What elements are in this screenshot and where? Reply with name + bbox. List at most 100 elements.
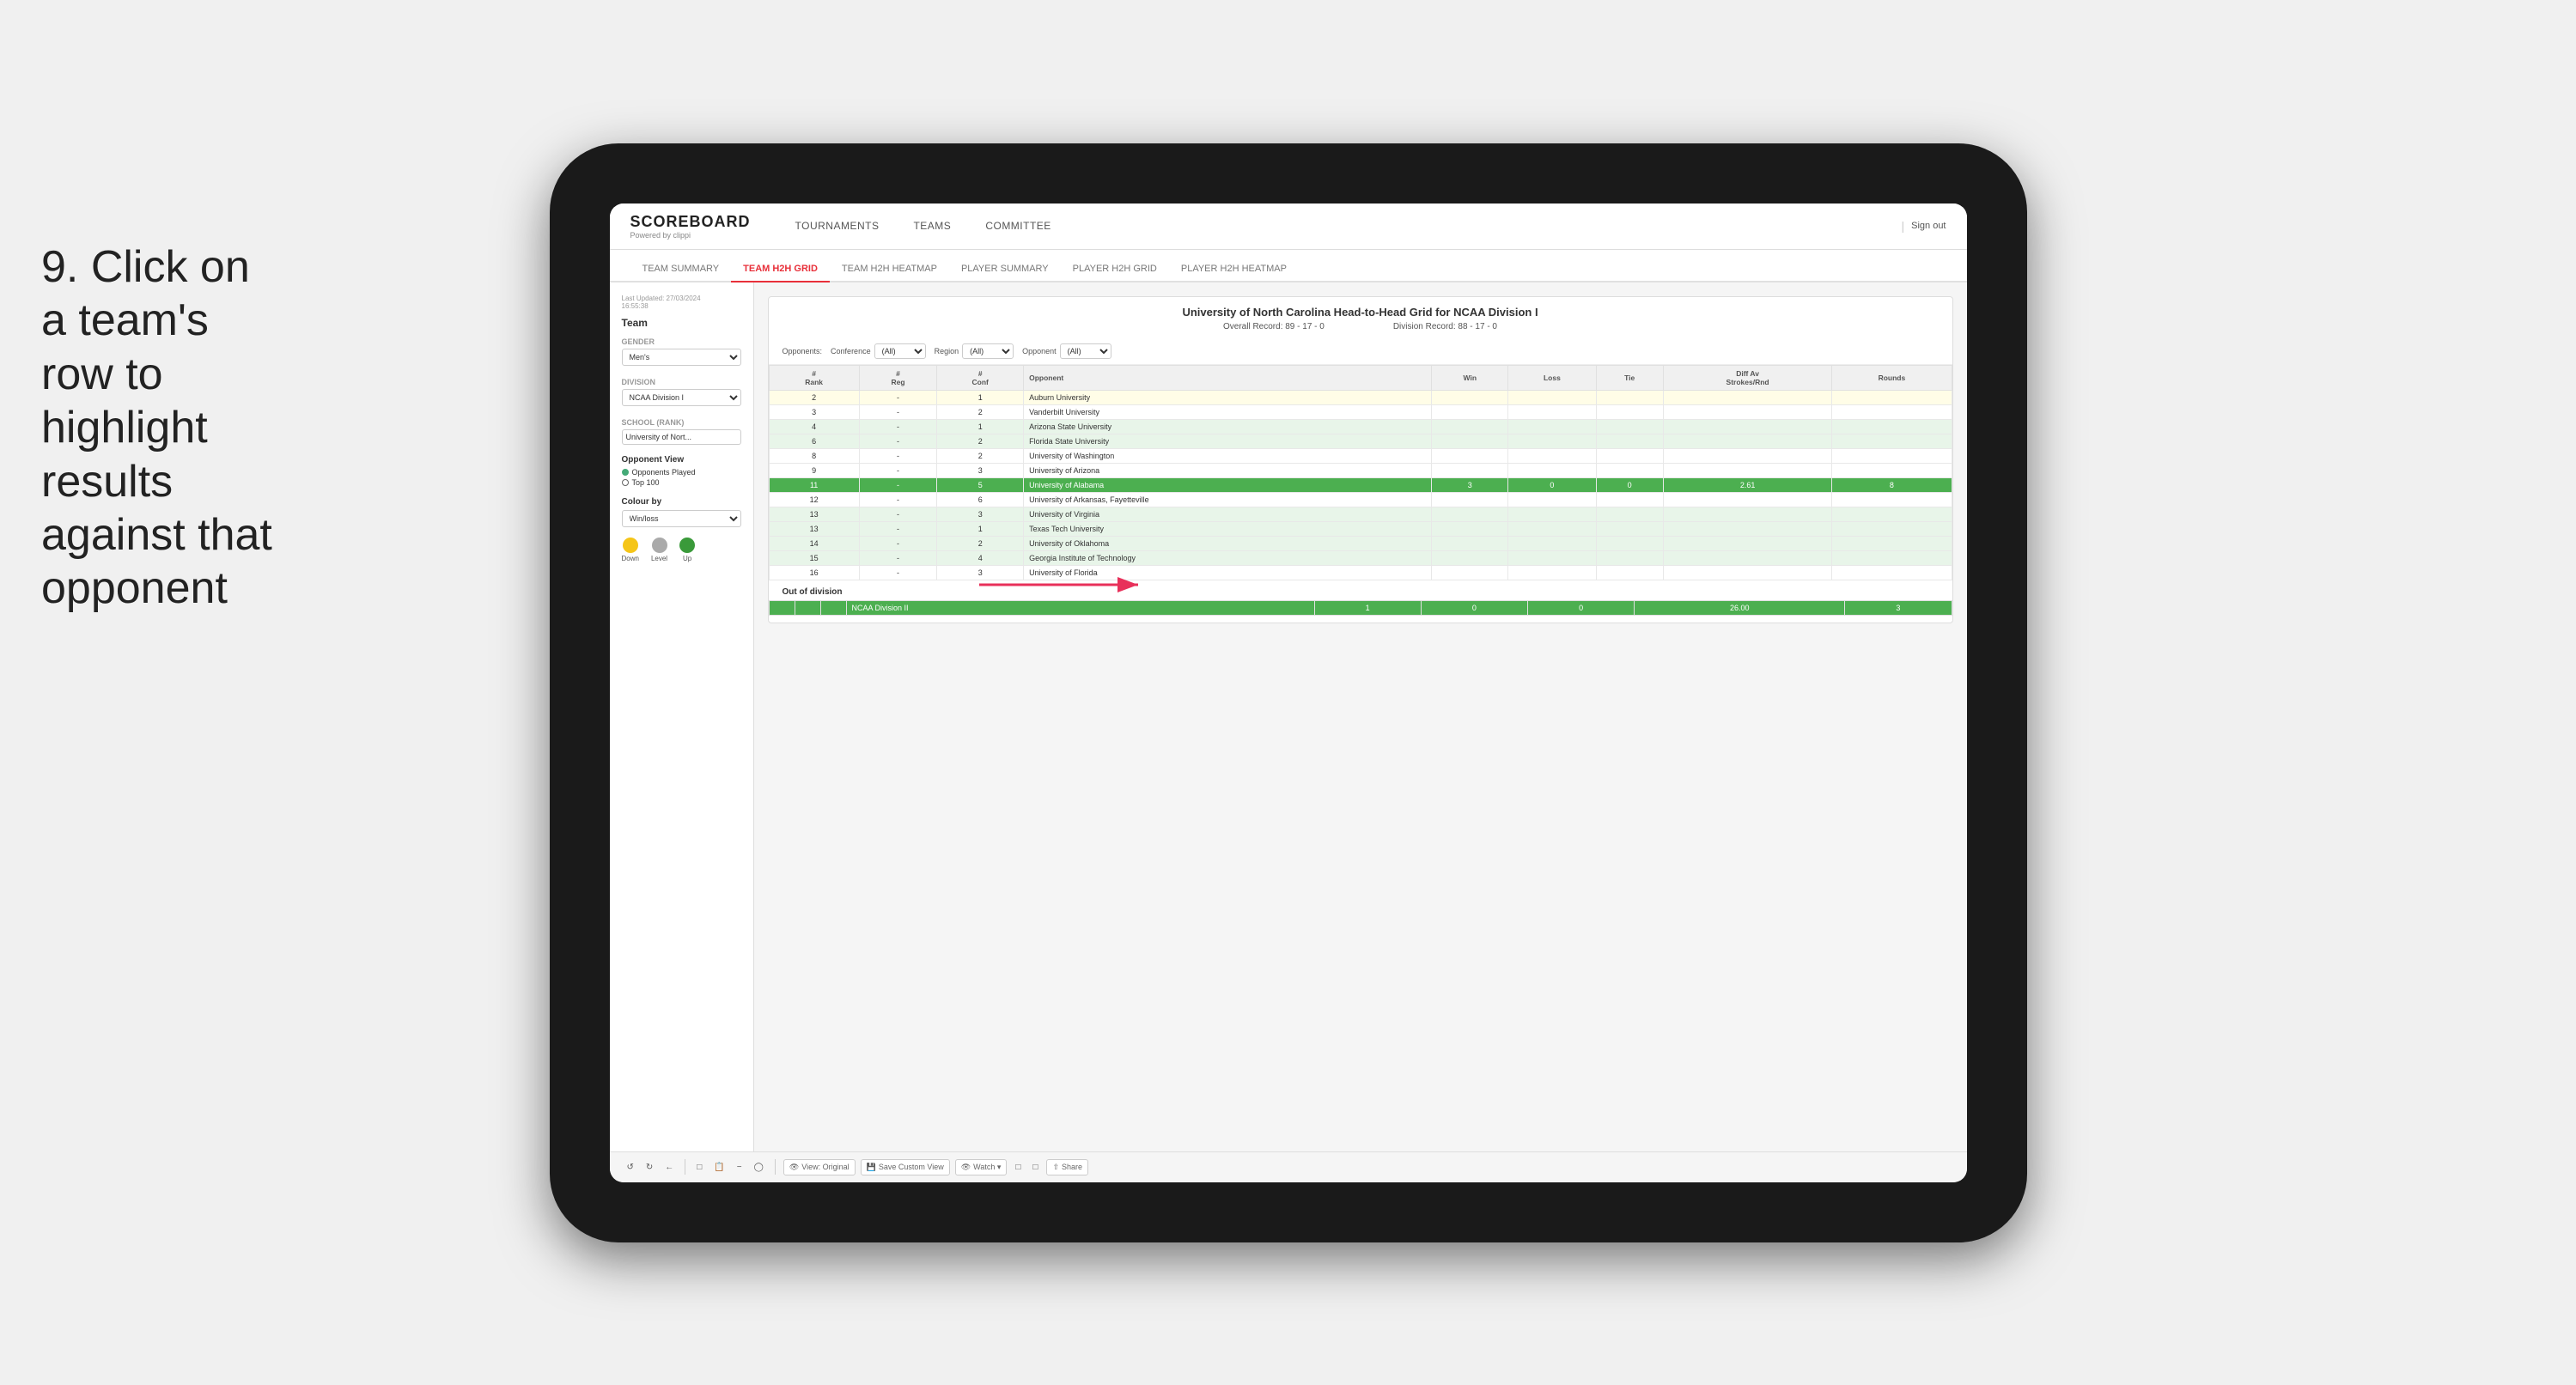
col-rank: #Rank	[769, 365, 859, 390]
radio-opponents-played[interactable]: Opponents Played	[622, 468, 741, 477]
school-input[interactable]	[622, 429, 741, 445]
clock-icon[interactable]: ◯	[751, 1161, 767, 1174]
table-row[interactable]: 14-2University of Oklahoma	[769, 536, 1952, 550]
save-icon: 💾	[867, 1163, 876, 1172]
paste-icon[interactable]: 📋	[710, 1161, 728, 1174]
tablet-device: SCOREBOARD Powered by clippi TOURNAMENTS…	[550, 143, 2027, 1242]
table-row[interactable]: 12-6University of Arkansas, Fayetteville	[769, 492, 1952, 507]
region-select[interactable]: (All)	[962, 343, 1014, 359]
conference-filter: Conference (All)	[831, 343, 926, 359]
opponent-select[interactable]: (All)	[1060, 343, 1111, 359]
col-conf: #Conf	[937, 365, 1024, 390]
table-row[interactable]: 8-2University of Washington	[769, 448, 1952, 463]
radio-group: Opponents Played Top 100	[622, 468, 741, 487]
legend-level: Level	[651, 538, 667, 562]
app-logo: SCOREBOARD	[630, 213, 751, 231]
opponent-label: Opponent	[1022, 347, 1057, 355]
col-win: Win	[1432, 365, 1508, 390]
sidebar: Last Updated: 27/03/2024 16:55:38 Team G…	[610, 282, 754, 1151]
table-row[interactable]: 3-2Vanderbilt University	[769, 404, 1952, 419]
view-original-btn[interactable]: 👁 View: Original	[783, 1159, 856, 1175]
col-opponent: Opponent	[1024, 365, 1432, 390]
view-icon: 👁	[789, 1163, 799, 1172]
opponents-label: Opponents:	[783, 347, 823, 355]
sign-out-area: | Sign out	[1901, 219, 1946, 233]
toolbar-icon-a[interactable]: □	[1012, 1161, 1024, 1174]
toolbar-icon-b[interactable]: □	[1029, 1161, 1041, 1174]
sub-nav-player-h2h-grid[interactable]: PLAYER H2H GRID	[1061, 264, 1169, 282]
table-header: #Rank #Reg #Conf Opponent Win Loss Tie D…	[769, 365, 1952, 390]
tablet-screen: SCOREBOARD Powered by clippi TOURNAMENTS…	[610, 203, 1967, 1182]
out-div-tie: 0	[1527, 600, 1634, 615]
out-division-table: NCAA Division II 1 0 0 26.00 3	[769, 600, 1952, 616]
colour-by-select[interactable]: Win/loss	[622, 510, 741, 527]
sub-nav-team-h2h-heatmap[interactable]: TEAM H2H HEATMAP	[830, 264, 949, 282]
conference-label: Conference	[831, 347, 871, 355]
nav-items: TOURNAMENTS TEAMS COMMITTEE	[778, 203, 1902, 250]
table-row[interactable]: 4-1Arizona State University	[769, 419, 1952, 434]
logo-area: SCOREBOARD Powered by clippi	[630, 213, 751, 240]
undo-icon[interactable]: ↺	[624, 1161, 637, 1174]
watch-btn[interactable]: 👁 Watch ▾	[955, 1159, 1008, 1175]
region-filter: Region (All)	[935, 343, 1014, 359]
out-div-loss: 0	[1421, 600, 1527, 615]
out-div-name: NCAA Division II	[846, 600, 1314, 615]
colour-by-label: Colour by	[622, 497, 741, 507]
col-loss: Loss	[1508, 365, 1596, 390]
col-diff: Diff AvStrokes/Rnd	[1663, 365, 1832, 390]
nav-tournaments[interactable]: TOURNAMENTS	[778, 203, 897, 250]
radio-top100[interactable]: Top 100	[622, 478, 741, 487]
share-btn[interactable]: ⇧ Share	[1046, 1159, 1088, 1175]
radio-dot-opponents	[622, 469, 629, 476]
gender-label: Gender	[622, 337, 741, 346]
minus-icon[interactable]: −	[734, 1161, 746, 1174]
bottom-toolbar: ↺ ↻ ← □ 📋 − ◯ 👁 View: Original 💾 Save Cu…	[610, 1151, 1967, 1182]
nav-teams[interactable]: TEAMS	[896, 203, 968, 250]
sub-nav-team-summary[interactable]: TEAM SUMMARY	[630, 264, 732, 282]
sidebar-team-title: Team	[622, 317, 741, 329]
out-div-rank	[769, 600, 795, 615]
sub-nav-team-h2h-grid[interactable]: TEAM H2H GRID	[731, 264, 830, 282]
redo-icon[interactable]: ↻	[642, 1161, 656, 1174]
table-row[interactable]: 11-5University of Alabama3002.618	[769, 477, 1952, 492]
legend-dot-up	[679, 538, 695, 553]
save-custom-btn[interactable]: 💾 Save Custom View	[861, 1159, 950, 1175]
sign-out-link[interactable]: Sign out	[1911, 221, 1946, 231]
legend-dot-down	[623, 538, 638, 553]
table-row[interactable]: 16-3University of Florida	[769, 565, 1952, 580]
table-row[interactable]: 15-4Georgia Institute of Technology	[769, 550, 1952, 565]
conference-select[interactable]: (All)	[874, 343, 926, 359]
grid-title: University of North Carolina Head-to-Hea…	[769, 297, 1952, 322]
out-div-diff: 26.00	[1635, 600, 1845, 615]
division-record: Division Record: 88 - 17 - 0	[1393, 322, 1497, 331]
out-div-win: 1	[1314, 600, 1421, 615]
table-row[interactable]: 2-1Auburn University	[769, 390, 1952, 404]
back-icon[interactable]: ←	[661, 1161, 677, 1174]
nav-committee[interactable]: COMMITTEE	[968, 203, 1069, 250]
top-nav: SCOREBOARD Powered by clippi TOURNAMENTS…	[610, 203, 1967, 250]
copy-icon[interactable]: □	[693, 1161, 705, 1174]
table-row[interactable]: 13-1Texas Tech University	[769, 521, 1952, 536]
table-row[interactable]: 13-3University of Virginia	[769, 507, 1952, 521]
app-logo-sub: Powered by clippi	[630, 231, 751, 240]
out-of-division-label: Out of division	[769, 580, 1952, 600]
grid-container: University of North Carolina Head-to-Hea…	[768, 296, 1953, 623]
content-area: University of North Carolina Head-to-Hea…	[754, 282, 1967, 1151]
sub-nav-player-summary[interactable]: PLAYER SUMMARY	[949, 264, 1061, 282]
division-select[interactable]: NCAA Division I	[622, 389, 741, 406]
toolbar-sep-2	[775, 1159, 776, 1175]
table-row[interactable]: 6-2Florida State University	[769, 434, 1952, 448]
col-tie: Tie	[1596, 365, 1663, 390]
grid-filters: Opponents: Conference (All) Region (All)	[769, 338, 1952, 365]
table-row[interactable]: 9-3University of Arizona	[769, 463, 1952, 477]
instruction-text: 9. Click on a team's row to highlight re…	[41, 240, 273, 616]
h2h-table: #Rank #Reg #Conf Opponent Win Loss Tie D…	[769, 365, 1952, 580]
sub-nav-player-h2h-heatmap[interactable]: PLAYER H2H HEATMAP	[1169, 264, 1299, 282]
gender-select[interactable]: Men's	[622, 349, 741, 366]
division-label: Division	[622, 378, 741, 386]
out-division-row[interactable]: NCAA Division II 1 0 0 26.00 3	[769, 600, 1952, 615]
instruction-body: Click on a team's row to highlight resul…	[41, 242, 272, 613]
col-reg: #Reg	[859, 365, 937, 390]
legend-down: Down	[622, 538, 639, 562]
legend: Down Level Up	[622, 538, 741, 562]
